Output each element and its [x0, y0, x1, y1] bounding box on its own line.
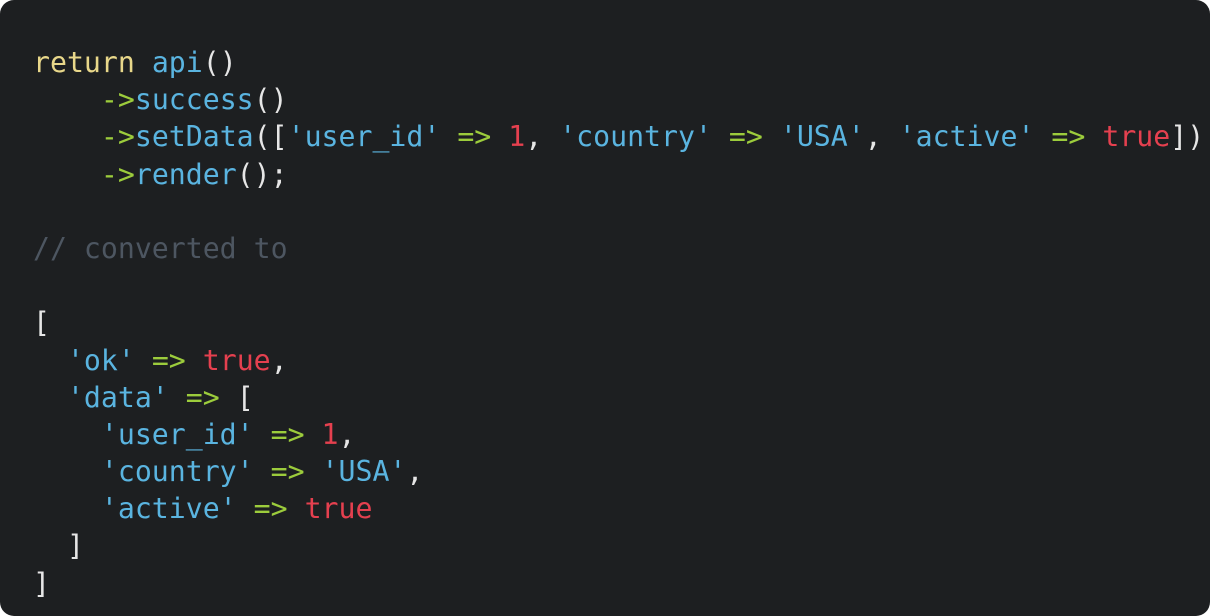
code-line-8: [ [33, 304, 1204, 341]
code-token-str: 'USA' [321, 455, 407, 489]
code-token-punc [33, 344, 67, 377]
code-token-punc: ] [33, 529, 84, 563]
code-token-punc: ]) [1170, 120, 1205, 154]
code-token-punc [237, 492, 254, 525]
code-token-punc [169, 381, 186, 414]
code-token-punc [305, 418, 322, 451]
code-line-2: ->success() [33, 81, 1204, 118]
code-line-12: 'country' => 'USA', [33, 453, 1204, 490]
code-token-str: 'data' [66, 380, 169, 414]
code-token-arrow: -> [100, 157, 135, 191]
code-token-fn: api [151, 46, 203, 79]
code-token-punc: ] [33, 566, 50, 600]
code-token-str: 'active' [100, 492, 237, 526]
code-line-3: ->setData(['user_id' => 1, 'country' => … [33, 118, 1204, 155]
code-token-punc [135, 344, 152, 377]
code-token-arrow: => [253, 492, 288, 526]
code-token-str: 'ok' [66, 343, 135, 377]
code-token-str: 'country' [559, 120, 712, 154]
code-token-arrow: => [151, 343, 186, 377]
code-token-arrow: => [1051, 120, 1086, 154]
code-token-bool: true [304, 492, 373, 526]
code-token-punc [1085, 120, 1102, 153]
code-line-11: 'user_id' => 1, [33, 416, 1204, 453]
code-line-9: 'ok' => true, [33, 342, 1204, 379]
code-token-punc [33, 418, 101, 451]
code-line-14: ] [33, 527, 1204, 564]
code-line-4: ->render(); [33, 156, 1204, 193]
code-token-punc: ([ [253, 120, 288, 154]
code-token-arrow: => [728, 120, 763, 154]
code-token-num: 1 [508, 120, 526, 154]
code-token-punc [33, 120, 101, 153]
code-token-punc [135, 46, 152, 79]
code-token-punc: (); [236, 157, 288, 191]
code-token-arrow: => [270, 455, 305, 489]
code-token-punc: , [338, 417, 356, 451]
code-token-punc [440, 120, 457, 153]
code-token-fn: success [134, 83, 254, 117]
code-line-15: ] [33, 565, 1204, 602]
code-token-punc [491, 120, 508, 153]
code-line-1: return api() [33, 44, 1204, 81]
code-token-bool: true [1102, 120, 1171, 154]
code-token-fn: render [134, 157, 237, 191]
code-token-punc [305, 455, 322, 488]
code-token-arrow: => [457, 120, 492, 154]
code-token-cmt: // converted to [33, 231, 288, 265]
code-block: return api() ->success() ->setData(['use… [33, 44, 1204, 602]
code-line-6: // converted to [33, 230, 1204, 267]
code-token-punc [186, 344, 203, 377]
code-token-kw: return [33, 46, 135, 79]
code-token-punc [288, 492, 305, 525]
code-token-bool: true [202, 343, 271, 377]
code-token-num: 1 [321, 417, 339, 451]
code-token-punc: , [406, 455, 424, 489]
code-token-punc: , [525, 120, 560, 154]
code-token-str: 'USA' [779, 120, 865, 154]
code-token-punc [712, 120, 729, 153]
code-token-punc: , [864, 120, 899, 154]
code-token-arrow: => [185, 380, 220, 414]
code-window: return api() ->success() ->setData(['use… [0, 0, 1210, 616]
code-token-punc [1034, 120, 1051, 153]
code-token-punc: () [253, 83, 288, 117]
code-token-arrow: => [270, 417, 305, 451]
code-line-13: 'active' => true [33, 490, 1204, 527]
code-token-punc [763, 120, 780, 153]
code-token-punc: [ [219, 380, 254, 414]
code-token-punc [33, 158, 101, 191]
code-token-punc: [ [33, 306, 50, 340]
code-token-str: 'active' [898, 120, 1035, 154]
code-token-punc [254, 455, 271, 488]
code-token-punc: () [202, 46, 237, 79]
code-token-arrow: -> [100, 83, 135, 117]
code-token-str: 'user_id' [100, 417, 254, 451]
code-token-str: 'user_id' [287, 120, 441, 154]
code-token-str: 'country' [100, 455, 254, 489]
code-token-punc [254, 418, 271, 451]
code-token-punc: , [270, 343, 288, 377]
code-token-punc [33, 492, 101, 525]
code-token-fn: setData [134, 120, 254, 154]
code-token-arrow: -> [100, 120, 135, 154]
code-line-10: 'data' => [ [33, 379, 1204, 416]
code-token-punc [33, 381, 67, 414]
code-token-punc [33, 83, 101, 116]
code-token-punc [33, 455, 101, 488]
